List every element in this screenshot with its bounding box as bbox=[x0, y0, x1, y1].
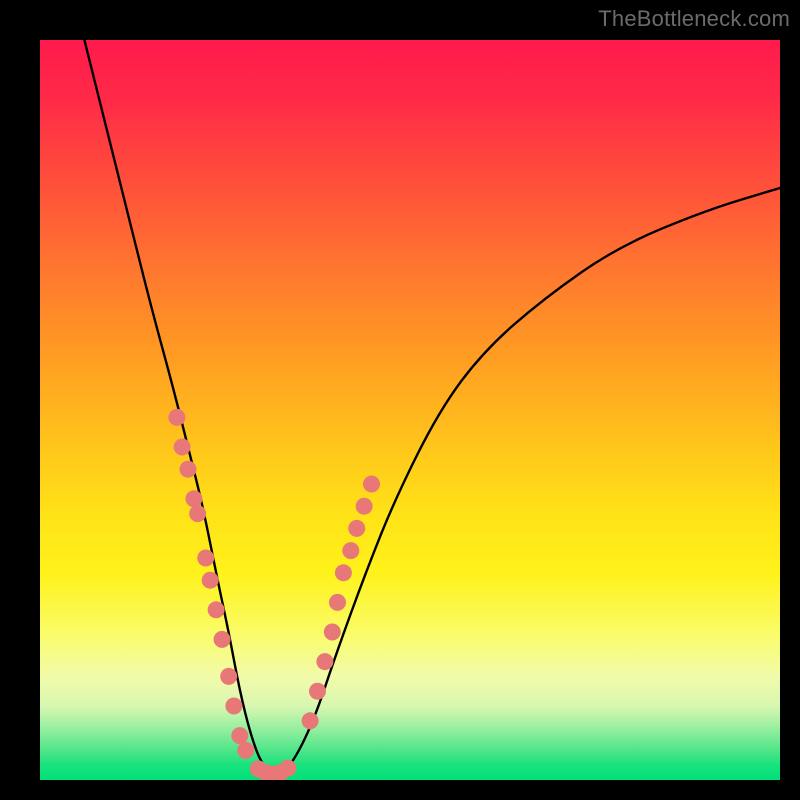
marker-dot bbox=[279, 760, 296, 777]
marker-dot bbox=[309, 683, 326, 700]
marker-dot bbox=[316, 653, 333, 670]
marker-dot bbox=[363, 476, 380, 493]
marker-dot bbox=[356, 498, 373, 515]
marker-dot bbox=[202, 572, 219, 589]
marker-dot bbox=[180, 461, 197, 478]
bottleneck-curve bbox=[84, 40, 780, 774]
chart-svg bbox=[40, 40, 780, 780]
marker-dot bbox=[302, 712, 319, 729]
marker-dot bbox=[174, 439, 191, 456]
chart-frame: TheBottleneck.com bbox=[0, 0, 800, 800]
marker-dot bbox=[231, 727, 248, 744]
marker-dot bbox=[185, 490, 202, 507]
marker-dot bbox=[335, 564, 352, 581]
marker-dot bbox=[225, 698, 242, 715]
marker-dot bbox=[237, 742, 254, 759]
marker-dot bbox=[208, 601, 225, 618]
marker-dot bbox=[324, 624, 341, 641]
marker-dot bbox=[168, 409, 185, 426]
marker-dot bbox=[342, 542, 359, 559]
marker-dot bbox=[197, 550, 214, 567]
marker-dot bbox=[189, 505, 206, 522]
markers-layer bbox=[168, 409, 380, 780]
curve-layer bbox=[84, 40, 780, 774]
marker-dot bbox=[329, 594, 346, 611]
marker-dot bbox=[214, 631, 231, 648]
marker-dot bbox=[348, 520, 365, 537]
watermark-text: TheBottleneck.com bbox=[598, 6, 790, 32]
marker-dot bbox=[220, 668, 237, 685]
plot-area bbox=[40, 40, 780, 780]
